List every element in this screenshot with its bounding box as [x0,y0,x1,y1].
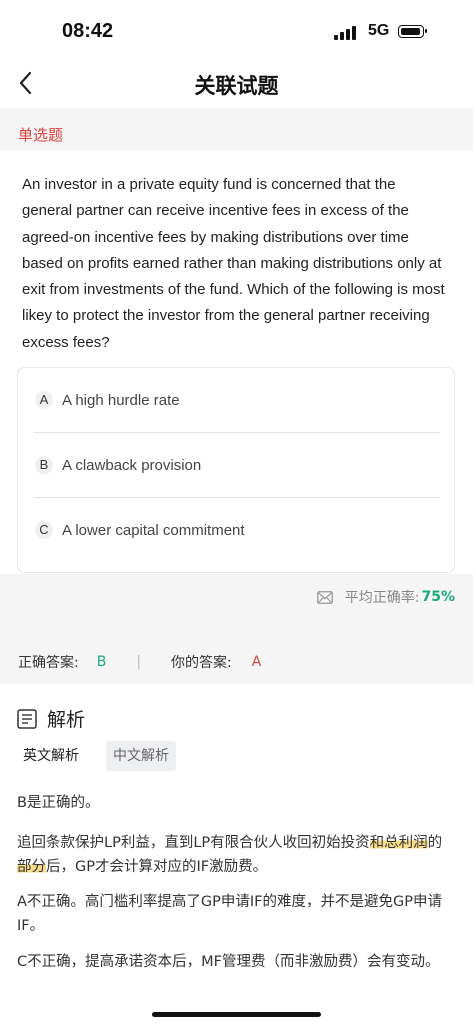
option-a[interactable]: A A high hurdle rate [34,368,440,433]
tab-english-explanation[interactable]: 英文解析 [16,741,86,771]
document-icon [17,708,37,729]
correct-answer-value: B [96,654,107,670]
highlight: 和总利润 [369,835,428,851]
page-title: 关联试题 [194,74,279,98]
network-label: 5G [368,22,390,39]
question-text: An investor in a private equity fund is … [22,176,445,351]
answers-divider: | [136,654,142,670]
options-list: A A high hurdle rate B A clawback provis… [17,367,455,573]
accuracy-label: 平均正确率: [344,590,420,606]
highlight: 部分 [17,858,46,875]
your-answer-label: 你的答案: [171,655,232,671]
option-b[interactable]: B A clawback provision [34,433,440,498]
home-indicator [152,1012,321,1017]
your-answer-value: A [251,654,262,670]
option-text: A clawback provision [62,457,202,474]
option-letter: C [35,521,53,539]
question-type-label: 单选题 [18,126,64,144]
status-time: 08:42 [62,20,114,42]
correct-answer-label: 正确答案: [18,655,79,671]
accuracy-value: 75% [421,589,455,605]
explanation-title: 解析 [47,709,86,731]
explanation-paragraph: B是正确的。 [17,795,100,811]
option-c[interactable]: C A lower capital commitment [34,498,440,562]
tab-chinese-explanation[interactable]: 中文解析 [106,741,176,771]
explanation-paragraph: C不正确，提高承诺资本后，MF管理费（而非激励费）会有变动。 [17,954,440,970]
option-text: A lower capital commitment [62,522,245,539]
option-text: A high hurdle rate [62,392,180,409]
answers-row: 正确答案: B | 你的答案: A [18,652,261,672]
explanation-header: 解析 [17,705,85,732]
nav-bar: 关联试题 [0,62,473,108]
signal-icon [334,26,358,40]
status-bar: 08:42 5G [0,0,473,62]
explanation-paragraph: A不正确。高门槛利率提高了GP申请IF的难度，并不是避免GP申请IF。 [17,894,442,934]
battery-icon [398,25,427,38]
option-letter: B [35,456,53,474]
option-letter: A [35,391,53,409]
question-type-band [0,108,473,150]
accuracy-row: 平均正确率: 75% [316,587,455,607]
mail-icon [316,590,333,604]
explanation-paragraph: 追回条款保护LP利益，直到LP有限合伙人收回初始投资和总利润的部分后，GP才会计… [17,835,443,875]
